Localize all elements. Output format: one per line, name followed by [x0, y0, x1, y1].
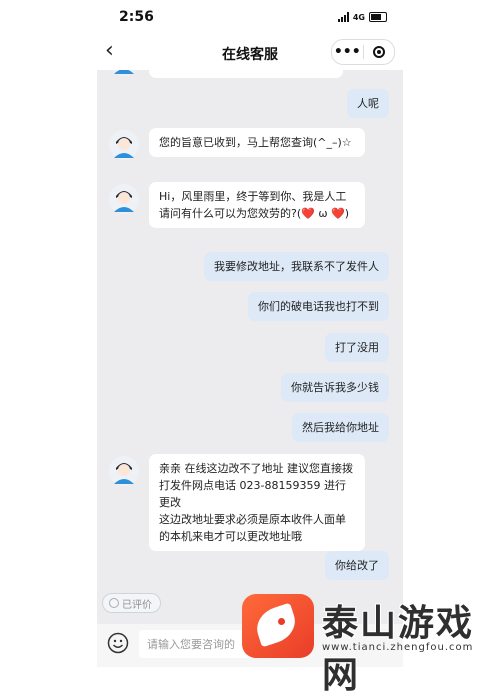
- message-bubble-user: 人呢: [347, 89, 389, 118]
- message-bubble-user: 你给改了: [325, 551, 389, 580]
- agent-avatar: [109, 130, 139, 160]
- message-bubble-user: 你们的破电话我也打不到: [248, 292, 389, 321]
- message-bubble-agent: 您的旨意已收到，马上帮您查询(^_–)☆: [149, 128, 365, 157]
- mini-program-capsule: •••: [331, 39, 395, 65]
- message-bubble-agent: Hi，风里雨里，终于等到你、我是人工请问有什么可以为您效劳的?(❤️ ω ❤️): [149, 182, 365, 228]
- status-time: 2:56: [119, 9, 154, 25]
- agent-avatar: [109, 456, 139, 486]
- status-bar: 2:56 4G: [97, 0, 403, 34]
- message-bubble-agent: 亲亲 在线这边改不了地址 建议您直接拨打发件网点电话 023-88159359 …: [149, 454, 365, 551]
- watermark-logo: [242, 594, 314, 658]
- nav-bar: ‹ 在线客服 •••: [97, 34, 403, 70]
- message-bubble-user: 然后我给你地址: [292, 413, 389, 442]
- smiley-icon[interactable]: [107, 632, 129, 654]
- battery-icon: [369, 12, 387, 22]
- rate-button[interactable]: 已评价: [102, 593, 161, 613]
- more-options-icon[interactable]: •••: [332, 40, 363, 64]
- watermark-url: www.tianci.zhengfou.com: [322, 642, 474, 653]
- message-bubble-user: 打了没用: [325, 333, 389, 362]
- rate-button-label: 已评价: [122, 599, 152, 611]
- message-bubble-user: 我要修改地址，我联系不了发件人: [204, 252, 389, 281]
- chat-area: 人呢 您的旨意已收到，马上帮您查询(^_–)☆ Hi，风里雨里，终于等到你、我是…: [97, 0, 403, 667]
- message-bubble-user: 你就告诉我多少钱: [281, 373, 389, 402]
- rating-icon: [109, 598, 119, 608]
- status-icons: 4G: [337, 12, 387, 22]
- network-type: 4G: [352, 12, 365, 22]
- agent-avatar: [109, 184, 139, 214]
- signal-icon: [337, 12, 349, 22]
- target-icon: [372, 46, 385, 58]
- close-target-button[interactable]: [364, 46, 395, 58]
- site-watermark: 泰山游戏网 www.tianci.zhengfou.com: [240, 590, 498, 696]
- phone-screen: 人呢 您的旨意已收到，马上帮您查询(^_–)☆ Hi，风里雨里，终于等到你、我是…: [97, 0, 403, 667]
